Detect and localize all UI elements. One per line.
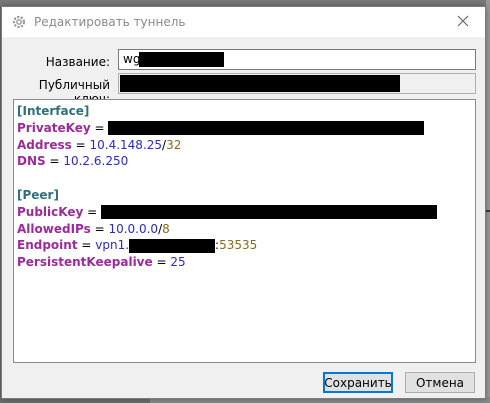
dns-value: 10.2.6.250	[63, 154, 129, 169]
name-value: wg	[123, 52, 141, 66]
address-key: Address	[17, 137, 72, 152]
close-icon	[457, 15, 469, 30]
config-line: PersistentKeepalive = 25	[17, 254, 475, 271]
config-line: AllowedIPs = 10.0.0.0/8	[17, 221, 475, 238]
name-label: Название:	[45, 55, 110, 69]
background-divider	[486, 210, 490, 212]
interface-header: [Interface]	[17, 104, 90, 118]
equals-sign: =	[152, 255, 171, 270]
equals-sign: =	[45, 154, 64, 169]
endpoint-key: Endpoint	[17, 238, 78, 253]
config-line: PrivateKey =	[17, 120, 475, 137]
address-ip: 10.4.148.25	[89, 137, 163, 152]
keepalive-value: 25	[170, 255, 186, 270]
config-line: [Interface]	[17, 103, 475, 120]
redacted-public-key	[120, 75, 400, 92]
equals-sign: =	[83, 204, 102, 219]
equals-sign: =	[90, 120, 109, 135]
equals-sign: =	[90, 221, 109, 236]
peer-header: [Peer]	[17, 187, 59, 202]
config-editor[interactable]: [Interface] PrivateKey = Address = 10.4.…	[13, 99, 476, 363]
redacted-endpoint-host	[129, 238, 216, 253]
keepalive-key: PersistentKeepalive	[17, 255, 153, 270]
dns-key: DNS	[17, 154, 46, 169]
config-line: Endpoint = vpn1.:53535	[17, 237, 475, 254]
allowed-ips-key: AllowedIPs	[17, 221, 91, 236]
address-mask: 32	[166, 137, 182, 152]
config-line: PublicKey =	[17, 204, 475, 221]
title-bar[interactable]: Редактировать туннель	[2, 7, 485, 37]
cancel-button[interactable]: Отмена	[405, 372, 475, 393]
gear-icon	[11, 14, 27, 30]
equals-sign: =	[77, 238, 96, 253]
redacted-private-key	[108, 121, 425, 136]
allowed-ips-ip: 10.0.0.0	[108, 221, 159, 236]
redacted-peer-public-key	[101, 205, 438, 220]
config-blank-line	[17, 170, 475, 187]
allowed-ips-mask: 8	[162, 221, 170, 236]
private-key-key: PrivateKey	[17, 120, 91, 135]
public-key-key: PublicKey	[17, 204, 84, 219]
endpoint-port: 53535	[219, 238, 258, 253]
equals-sign: =	[71, 137, 90, 152]
config-line: DNS = 10.2.6.250	[17, 153, 475, 170]
config-line: [Peer]	[17, 187, 475, 204]
window-title: Редактировать туннель	[34, 15, 186, 29]
redacted-name	[139, 52, 224, 67]
edit-tunnel-dialog: Редактировать туннель Название: wg Публи…	[1, 6, 486, 399]
save-button[interactable]: Сохранить	[323, 372, 393, 393]
config-line: Address = 10.4.148.25/32	[17, 137, 475, 154]
close-button[interactable]	[441, 7, 485, 37]
background-window-edge	[486, 0, 490, 403]
endpoint-prefix: vpn1.	[95, 238, 130, 253]
